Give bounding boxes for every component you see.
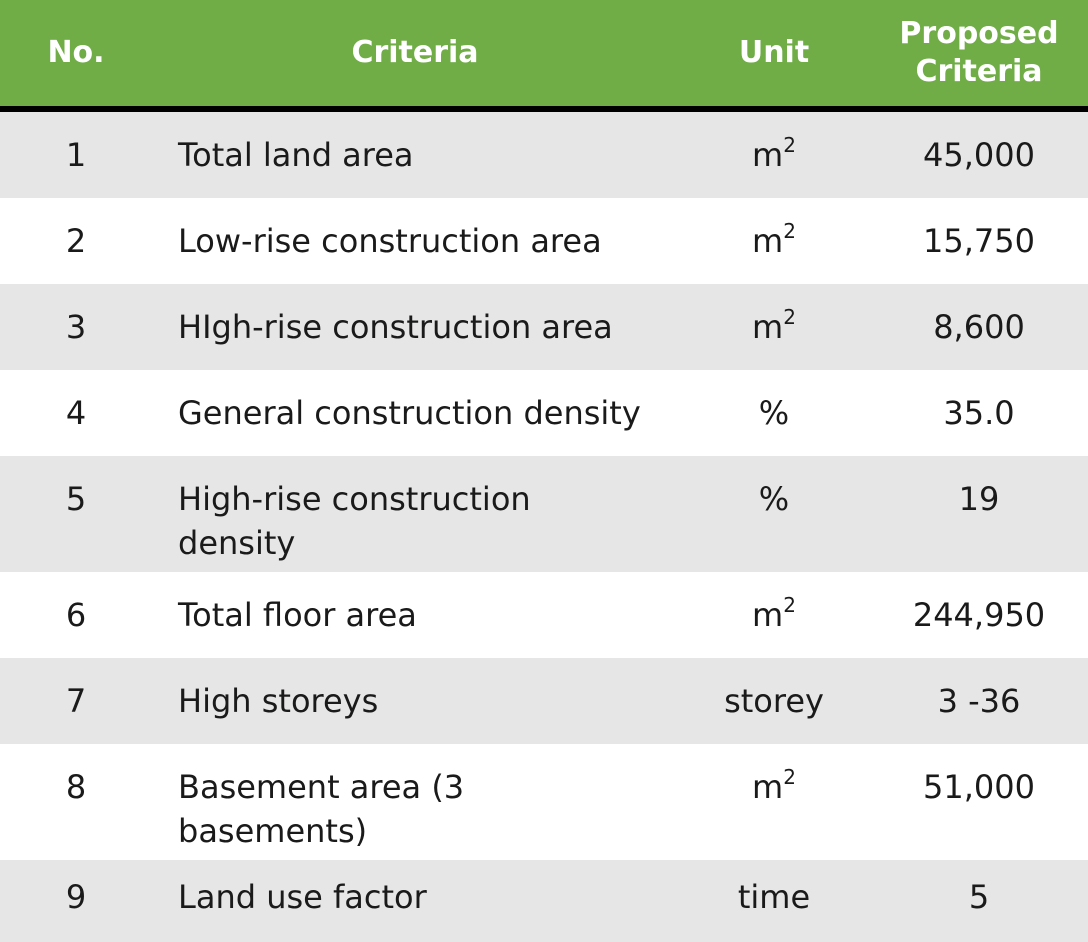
- table-row: 3 HIgh-rise construction area m2 8,600: [0, 284, 1088, 370]
- row-value: 15,750: [923, 222, 1035, 260]
- row-value: 5: [968, 878, 990, 916]
- table-row: 7 High storeys storey 3 -36: [0, 658, 1088, 744]
- row-unit: storey: [724, 682, 824, 720]
- header-unit: Unit: [738, 35, 810, 70]
- row-criteria: Low-rise construction area: [178, 222, 602, 260]
- row-value: 244,950: [912, 596, 1046, 634]
- table-row: 2 Low-rise construction area m2 15,750: [0, 198, 1088, 284]
- row-no: 3: [65, 308, 87, 346]
- header-proposed-line1: Proposed: [899, 16, 1059, 51]
- row-no: 7: [65, 682, 87, 720]
- row-value: 19: [958, 480, 1000, 518]
- row-criteria-line1: High-rise construction: [178, 480, 531, 518]
- row-criteria: Basement area (3 basements): [152, 765, 678, 853]
- row-unit: m2: [752, 305, 796, 346]
- row-no: 9: [65, 878, 87, 916]
- row-criteria: HIgh-rise construction area: [178, 308, 613, 346]
- row-no: 1: [65, 136, 87, 174]
- row-unit: %: [758, 394, 790, 432]
- row-criteria: Land use factor: [178, 878, 427, 916]
- row-criteria: General construction density: [178, 394, 641, 432]
- table-row: 9 Land use factor time 5: [0, 860, 1088, 942]
- row-criteria: High-rise construction density: [152, 477, 678, 565]
- row-unit: %: [758, 480, 790, 518]
- row-value: 35.0: [943, 394, 1015, 432]
- row-unit: m2: [752, 219, 796, 260]
- table-row: 8 Basement area (3 basements) m2 51,000: [0, 744, 1088, 860]
- header-criteria: Criteria: [351, 35, 479, 70]
- row-no: 2: [65, 222, 87, 260]
- header-proposed-line2: Criteria: [915, 54, 1043, 89]
- row-unit: m2: [752, 593, 796, 634]
- row-criteria: Total floor area: [178, 596, 417, 634]
- table-header: No. Criteria Unit Proposed Criteria: [0, 0, 1088, 112]
- row-value: 8,600: [933, 308, 1025, 346]
- row-no: 8: [65, 768, 87, 806]
- row-value: 45,000: [923, 136, 1035, 174]
- table-row: 1 Total land area m2 45,000: [0, 112, 1088, 198]
- row-no: 5: [65, 480, 87, 518]
- row-unit: time: [737, 878, 811, 916]
- header-no: No.: [47, 35, 105, 70]
- table-row: 5 High-rise construction density % 19: [0, 456, 1088, 572]
- row-no: 4: [65, 394, 87, 432]
- row-criteria-line2: density: [178, 524, 296, 562]
- criteria-table: No. Criteria Unit Proposed Criteria 1 To…: [0, 0, 1088, 942]
- row-value: 3 -36: [937, 682, 1021, 720]
- row-value: 51,000: [923, 768, 1035, 806]
- row-criteria-line1: Basement area (3: [178, 768, 465, 806]
- row-unit: m2: [752, 133, 796, 174]
- table-row: 6 Total floor area m2 244,950: [0, 572, 1088, 658]
- header-proposed-criteria: Proposed Criteria: [870, 0, 1088, 106]
- row-unit: m2: [752, 765, 796, 806]
- row-criteria-line2: basements): [178, 812, 368, 850]
- table-row: 4 General construction density % 35.0: [0, 370, 1088, 456]
- row-criteria: Total land area: [178, 136, 414, 174]
- row-criteria: High storeys: [178, 682, 379, 720]
- row-no: 6: [65, 596, 87, 634]
